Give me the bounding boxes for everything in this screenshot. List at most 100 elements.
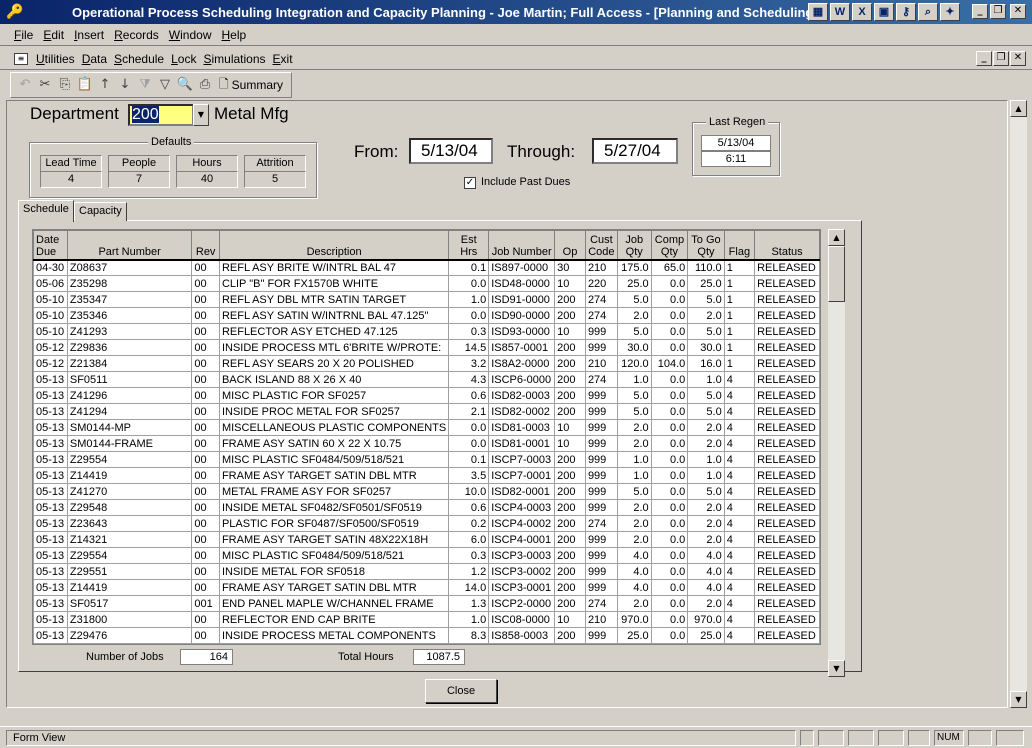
cell-op[interactable]: 200 [554,627,586,644]
grid-scroll-thumb[interactable] [828,246,845,302]
cell-op[interactable]: 200 [554,531,586,548]
cell-part-number[interactable]: SM0144-FRAME [66,435,193,452]
cell-date-due[interactable]: 05-10 [33,323,68,340]
cell-rev[interactable]: 00 [191,258,220,276]
cell-date-due[interactable]: 05-13 [33,579,68,596]
child-minimize-button[interactable]: _ [976,51,992,66]
menu-help[interactable]: Help [221,28,246,42]
cell-est-hrs[interactable]: 3.5 [448,467,490,484]
cell-date-due[interactable]: 05-12 [33,355,68,372]
paste-icon[interactable]: 📋 [75,75,95,95]
cell-status[interactable]: RELEASED [754,499,820,516]
cell-job-number[interactable]: ISCP7-0003 [488,451,556,468]
cell-rev[interactable]: 00 [191,435,220,452]
filter-icon[interactable]: ▽ [155,75,175,95]
cell-description[interactable]: REFL ASY SEARS 20 X 20 POLISHED [218,355,450,372]
table-row[interactable]: 05-13 Z14419 00 FRAME ASY TARGET SATIN DBL … [33,467,820,484]
cell-to-go-qty[interactable]: 2.0 [687,499,725,516]
column-header-op[interactable]: Op [554,230,586,260]
grid-vertical-scrollbar[interactable]: ▲ ▼ [828,229,845,677]
cell-status[interactable]: RELEASED [754,611,820,628]
cell-to-go-qty[interactable]: 1.0 [687,371,725,388]
column-header-job-qty[interactable]: Job Qty [616,230,652,260]
cell-description[interactable]: FRAME ASY SATIN 60 X 22 X 10.75 [218,435,450,452]
cell-flag[interactable]: 1 [723,339,756,356]
cell-flag[interactable]: 4 [723,371,756,388]
cell-status[interactable]: RELEASED [754,355,820,372]
cell-to-go-qty[interactable]: 5.0 [687,323,725,340]
cell-to-go-qty[interactable]: 30.0 [687,339,725,356]
cell-comp-qty[interactable]: 104.0 [650,355,689,372]
column-header-date-due[interactable]: Date Due [33,230,68,260]
table-row[interactable]: 05-13 Z14419 00 FRAME ASY TARGET SATIN DBL … [33,579,820,596]
cell-job-qty[interactable]: 4.0 [616,563,652,580]
table-row[interactable]: 05-10 Z35346 00 REFL ASY SATIN W/INTRNL BAL… [33,307,820,324]
cell-est-hrs[interactable]: 14.0 [448,579,490,596]
cell-est-hrs[interactable]: 1.3 [448,595,490,612]
cell-rev[interactable]: 00 [191,339,220,356]
cell-cust-code[interactable]: 999 [584,483,618,500]
cell-cust-code[interactable]: 274 [584,371,618,388]
cell-op[interactable]: 10 [554,611,586,628]
cell-job-qty[interactable]: 5.0 [616,387,652,404]
cell-cust-code[interactable]: 274 [584,515,618,532]
cell-status[interactable]: RELEASED [754,371,820,388]
menu-file[interactable]: File [14,28,33,42]
cell-status[interactable]: RELEASED [754,307,820,324]
grid-scroll-down-icon[interactable]: ▼ [828,660,845,677]
sort-descending-icon[interactable]: ↓ [115,75,135,95]
from-date-input[interactable]: 5/13/04 [409,138,493,164]
cell-job-qty[interactable]: 2.0 [616,419,652,436]
cell-status[interactable]: RELEASED [754,547,820,564]
cell-comp-qty[interactable]: 65.0 [650,258,689,276]
cell-description[interactable]: FRAME ASY TARGET SATIN DBL MTR [218,467,450,484]
cell-est-hrs[interactable]: 14.5 [448,339,490,356]
cell-cust-code[interactable]: 999 [584,467,618,484]
table-row[interactable]: 05-13 Z29548 00 INSIDE METAL SF0482/SF0501/… [33,499,820,516]
cell-to-go-qty[interactable]: 2.0 [687,515,725,532]
cell-comp-qty[interactable]: 0.0 [650,307,689,324]
column-header-cust-code[interactable]: Cust Code [584,230,618,260]
cell-cust-code[interactable]: 210 [584,611,618,628]
cell-job-number[interactable]: ISCP7-0001 [488,467,556,484]
cell-job-number[interactable]: ISCP4-0001 [488,531,556,548]
form-vertical-scrollbar[interactable]: ▲ ▼ [1010,100,1027,708]
cell-op[interactable]: 200 [554,579,586,596]
cell-flag[interactable]: 4 [723,467,756,484]
cell-flag[interactable]: 4 [723,499,756,516]
cell-job-qty[interactable]: 25.0 [616,275,652,292]
cell-description[interactable]: INSIDE METAL SF0482/SF0501/SF0519 [218,499,450,516]
cell-job-qty[interactable]: 1.0 [616,467,652,484]
people-value[interactable]: 7 [108,171,170,188]
child-close-button[interactable]: ✕ [1010,51,1026,66]
cell-flag[interactable]: 1 [723,307,756,324]
cell-op[interactable]: 10 [554,275,586,292]
cell-est-hrs[interactable]: 3.2 [448,355,490,372]
cell-flag[interactable]: 4 [723,483,756,500]
cell-comp-qty[interactable]: 0.0 [650,403,689,420]
cell-to-go-qty[interactable]: 25.0 [687,275,725,292]
cell-job-qty[interactable]: 5.0 [616,403,652,420]
cell-flag[interactable]: 1 [723,258,756,276]
cell-op[interactable]: 200 [554,355,586,372]
table-row[interactable]: 05-13 SM0144-MP 00 MISCELLANEOUS PLASTIC CO… [33,419,820,436]
menu-edit[interactable]: Edit [43,28,64,42]
cell-job-qty[interactable]: 4.0 [616,547,652,564]
cell-op[interactable]: 10 [554,419,586,436]
cell-job-qty[interactable]: 970.0 [616,611,652,628]
cell-part-number[interactable]: SF0517 [66,595,193,612]
cell-est-hrs[interactable]: 0.3 [448,547,490,564]
table-row[interactable]: 05-10 Z35347 00 REFL ASY DBL MTR SATIN TARG… [33,291,820,308]
cell-job-qty[interactable]: 2.0 [616,435,652,452]
tab-capacity[interactable]: Capacity [74,202,127,221]
cell-description[interactable]: MISC PLASTIC FOR SF0257 [218,387,450,404]
table-row[interactable]: 05-12 Z21384 00 REFL ASY SEARS 20 X 20 POLI… [33,355,820,372]
cell-cust-code[interactable]: 999 [584,531,618,548]
cell-date-due[interactable]: 05-06 [33,275,68,292]
hours-value[interactable]: 40 [176,171,238,188]
cell-date-due[interactable]: 05-13 [33,547,68,564]
cell-date-due[interactable]: 05-10 [33,291,68,308]
cell-est-hrs[interactable]: 1.2 [448,563,490,580]
cell-comp-qty[interactable]: 0.0 [650,499,689,516]
cell-status[interactable]: RELEASED [754,258,820,276]
